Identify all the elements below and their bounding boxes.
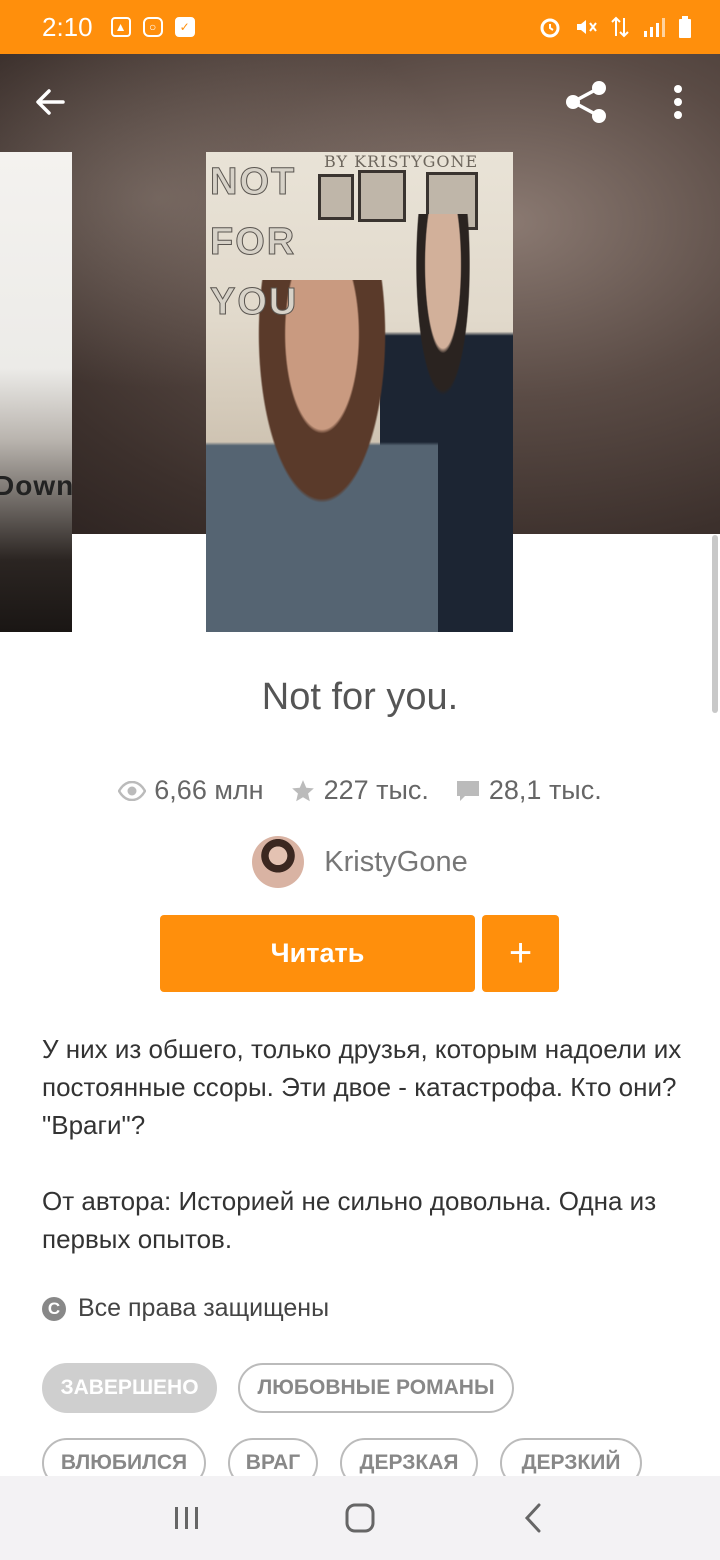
cover-title: NOT FOR YOU — [210, 161, 299, 324]
more-vertical-icon — [674, 85, 682, 119]
gallery-icon: ▲ — [110, 17, 131, 37]
author-name: KristyGone — [324, 845, 468, 878]
book-stats: 6,66 млн 227 тыс. 28,1 тыс. — [0, 775, 720, 806]
copyright-icon: C — [42, 1296, 66, 1321]
previous-cover-text: Down — [0, 470, 72, 501]
comments-count: 28,1 тыс. — [488, 775, 602, 805]
tag-completed[interactable]: ЗАВЕРШЕНО — [42, 1363, 217, 1413]
instagram-icon: ○ — [142, 17, 163, 37]
data-icon — [611, 16, 629, 38]
star-icon — [291, 779, 314, 801]
more-options-button[interactable] — [648, 72, 708, 132]
cover-byline: BY KRISTYGONE — [324, 152, 479, 171]
status-right-icons — [538, 15, 692, 39]
author-avatar — [252, 836, 305, 888]
status-left-icons: ▲ ○ ✓ — [110, 17, 195, 37]
comment-icon — [456, 780, 479, 801]
check-icon: ✓ — [174, 17, 195, 37]
description-paragraph: У них из обшего, только друзья, которым … — [42, 1034, 682, 1140]
alarm-icon — [540, 18, 560, 38]
tag-love-novels[interactable]: ЛЮБОВНЫЕ РОМАНЫ — [238, 1363, 514, 1413]
author-link[interactable]: KristyGone — [0, 836, 720, 888]
status-time: 2:10 — [42, 11, 93, 42]
copyright-text: Все права защищены — [78, 1294, 330, 1322]
scrollbar[interactable] — [712, 535, 718, 713]
back-icon — [525, 1503, 541, 1533]
votes-stat: 227 тыс. — [290, 775, 429, 806]
back-button[interactable] — [20, 72, 80, 132]
previous-book-cover[interactable]: Down — [0, 152, 72, 632]
add-to-library-button[interactable]: + — [482, 915, 559, 992]
signal-icon — [644, 18, 665, 37]
book-cover: NOT FOR YOU BY KRISTYGONE — [206, 152, 513, 632]
read-button[interactable]: Читать — [160, 915, 475, 992]
mute-icon — [577, 20, 597, 34]
recent-apps-button[interactable] — [147, 1488, 227, 1548]
book-description: У них из обшего, только друзья, которым … — [42, 1030, 692, 1258]
status-bar: 2:10 ▲ ○ ✓ — [0, 0, 720, 54]
battery-icon — [679, 16, 691, 38]
nav-back-button[interactable] — [493, 1488, 573, 1548]
arrow-left-icon — [36, 89, 65, 115]
reads-count: 6,66 млн — [154, 775, 264, 805]
recent-apps-icon — [174, 1507, 198, 1529]
cover-figure-woman — [206, 280, 438, 632]
share-button[interactable] — [556, 72, 616, 132]
share-icon — [566, 81, 606, 123]
book-title: Not for you. — [261, 676, 459, 718]
home-icon — [345, 1503, 375, 1533]
votes-count: 227 тыс. — [323, 775, 429, 805]
description-paragraph: От автора: Историей не сильно довольна. … — [42, 1186, 657, 1254]
copyright-info: C Все права защищены — [42, 1294, 329, 1323]
eye-icon — [118, 780, 147, 801]
comments-stat: 28,1 тыс. — [455, 775, 602, 806]
home-button[interactable] — [320, 1488, 400, 1548]
reads-stat: 6,66 млн — [118, 775, 264, 806]
system-navigation-bar — [0, 1476, 720, 1560]
